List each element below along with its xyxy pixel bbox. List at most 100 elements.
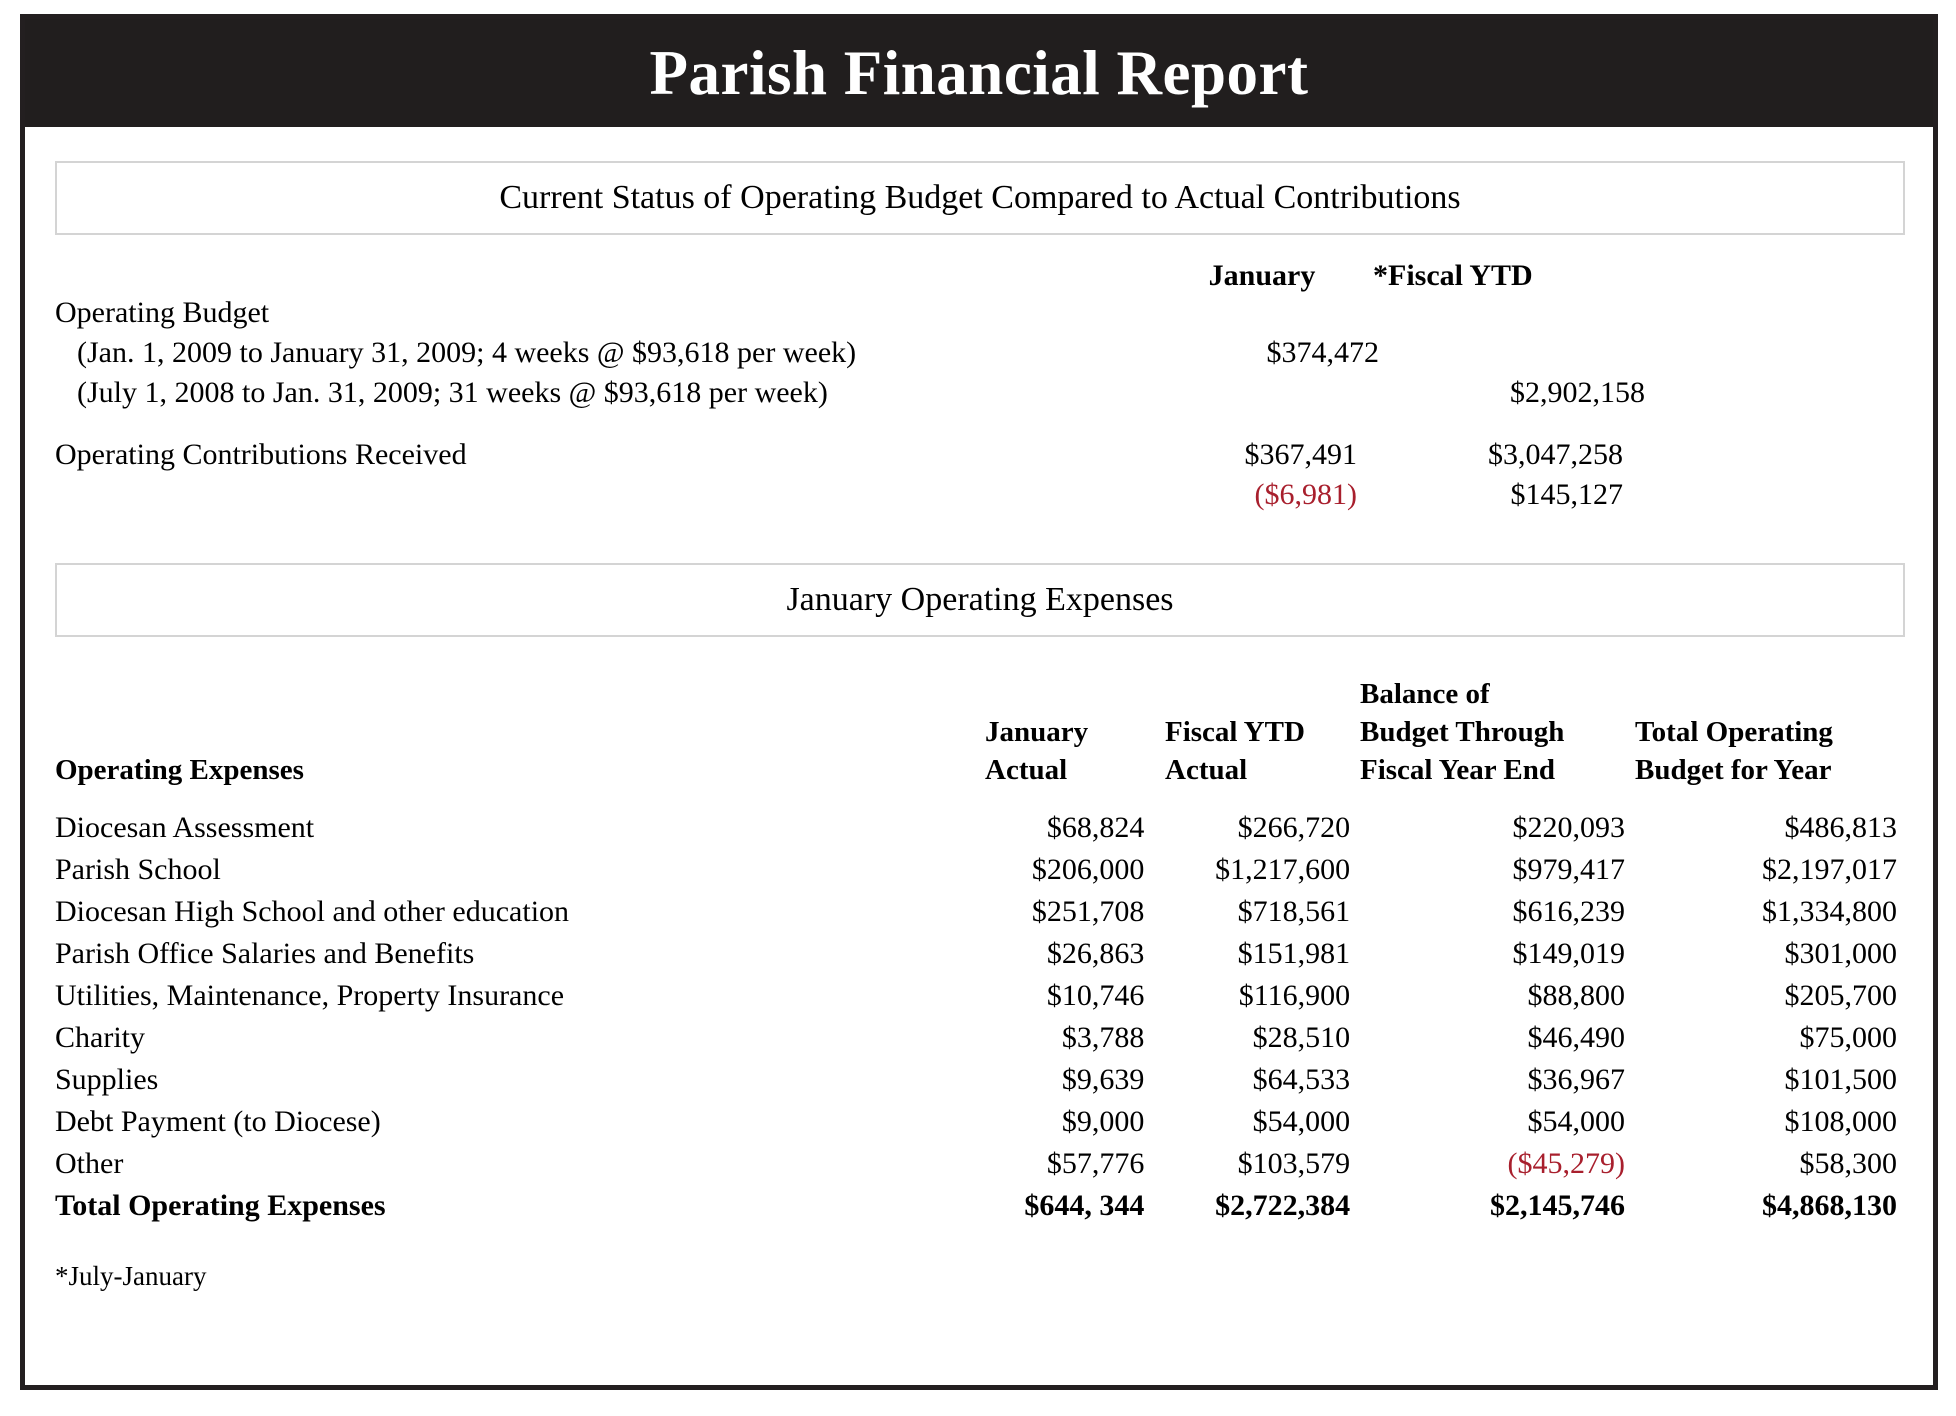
- budget-row: (July 1, 2008 to Jan. 31, 2009; 31 weeks…: [55, 373, 1905, 413]
- page-title: Parish Financial Report: [649, 37, 1309, 108]
- expense-row-label: Supplies: [55, 1063, 159, 1096]
- expense-fiscal-ytd-actual: $1,217,600: [1215, 853, 1351, 886]
- expenses-header-balance: Balance of Budget Through Fiscal Year En…: [1360, 675, 1635, 789]
- contributions-january: $367,491: [1244, 438, 1358, 471]
- expenses-table-body: Diocesan Assessment $68,824 $266,720 $220,0…: [55, 807, 1905, 1227]
- expense-balance-through-year-end: $36,967: [1527, 1063, 1626, 1096]
- expense-fiscal-ytd-actual: $116,900: [1238, 979, 1351, 1012]
- expense-balance-through-year-end: $149,019: [1512, 937, 1626, 970]
- budget-row: Operating Budget: [55, 293, 1905, 333]
- report-body: Current Status of Operating Budget Compa…: [25, 161, 1933, 1292]
- expenses-total-row: Total Operating Expenses $644, 344 $2,722,…: [55, 1185, 1905, 1227]
- budget-row: (Jan. 1, 2009 to January 31, 2009; 4 wee…: [55, 333, 1905, 373]
- expense-row-label: Diocesan Assessment: [55, 811, 315, 844]
- budget-section-header-box: Current Status of Operating Budget Compa…: [55, 161, 1905, 235]
- variance-row: ($6,981) $145,127: [55, 475, 1905, 515]
- expenses-header-january-actual-line1: January: [985, 716, 1089, 748]
- table-row: Diocesan High School and other education…: [55, 891, 1905, 933]
- expense-january-actual: $10,746: [1046, 979, 1145, 1012]
- expenses-header-fiscal-ytd-actual-line2: Actual: [1165, 754, 1248, 786]
- expense-total-budget-for-year: $486,813: [1784, 811, 1898, 844]
- expenses-header-balance-line1: Balance of: [1360, 678, 1490, 710]
- budget-row-label: Operating Budget: [55, 296, 270, 329]
- expense-row-label: Utilities, Maintenance, Property Insuran…: [55, 979, 565, 1012]
- footnote: *July-January: [55, 1261, 207, 1291]
- expense-january-actual: $251,708: [1031, 895, 1145, 928]
- expenses-header-total-budget: Total Operating Budget for Year: [1635, 713, 1905, 789]
- budget-spacer: [55, 413, 1905, 435]
- expense-january-actual: $68,824: [1046, 811, 1145, 844]
- expense-row-label: Diocesan High School and other education: [55, 895, 570, 928]
- expenses-header-january-actual: January Actual: [985, 713, 1165, 789]
- budget-block: January *Fiscal YTD Operating Budget (Ja…: [55, 259, 1905, 515]
- expense-balance-through-year-end: $616,239: [1512, 895, 1626, 928]
- variance-january: ($6,981): [1254, 478, 1357, 511]
- contributions-row-label: Operating Contributions Received: [55, 438, 467, 471]
- expenses-header-total-budget-line1: Total Operating: [1635, 716, 1833, 748]
- expense-fiscal-ytd-actual: $103,579: [1237, 1147, 1351, 1180]
- expenses-section-header-box: January Operating Expenses: [55, 563, 1905, 637]
- expenses-total-label: Total Operating Expenses: [55, 1189, 386, 1222]
- expenses-header-balance-line2: Budget Through: [1360, 716, 1565, 748]
- expense-balance-through-year-end: $979,417: [1512, 853, 1626, 886]
- expense-total-budget-for-year: $108,000: [1784, 1105, 1898, 1138]
- report-title-bar: Parish Financial Report: [25, 19, 1933, 127]
- table-row: Parish Office Salaries and Benefits $26,8…: [55, 933, 1905, 975]
- expense-row-label: Parish School: [55, 853, 221, 886]
- table-row: Other $57,776 $103,579 ($45,279) $58,300: [55, 1143, 1905, 1185]
- budget-header-spacer: [55, 259, 1167, 293]
- expense-balance-through-year-end: $88,800: [1527, 979, 1626, 1012]
- expenses-header-january-actual-line2: Actual: [985, 754, 1068, 786]
- expense-fiscal-ytd-actual: $266,720: [1237, 811, 1351, 844]
- expense-fiscal-ytd-actual: $718,561: [1237, 895, 1351, 928]
- table-row: Diocesan Assessment $68,824 $266,720 $220,0…: [55, 807, 1905, 849]
- budget-row-fiscal-ytd: $2,902,158: [1510, 376, 1645, 409]
- budget-row-label: (July 1, 2008 to Jan. 31, 2009; 31 weeks…: [77, 376, 828, 409]
- table-row: Supplies $9,639 $64,533 $36,967 $101,500: [55, 1059, 1905, 1101]
- expense-january-actual: $9,000: [1061, 1105, 1145, 1138]
- expense-january-actual: $9,639: [1061, 1063, 1145, 1096]
- budget-header-january: January: [1208, 259, 1316, 292]
- budget-header-fiscal-ytd: *Fiscal YTD: [1373, 259, 1533, 292]
- expense-row-label: Charity: [55, 1021, 145, 1054]
- contributions-fiscal-ytd: $3,047,258: [1488, 438, 1623, 471]
- expense-total-budget-for-year: $58,300: [1799, 1147, 1898, 1180]
- expenses-header-total-budget-line2: Budget for Year: [1635, 754, 1832, 786]
- expense-balance-through-year-end: $2,145,746: [1490, 1189, 1626, 1222]
- expenses-table-header-row: Operating Expenses January Actual Fiscal…: [55, 673, 1905, 789]
- table-row: Charity $3,788 $28,510 $46,490 $75,000: [55, 1017, 1905, 1059]
- expense-january-actual: $206,000: [1031, 853, 1145, 886]
- expenses-header-label: Operating Expenses: [55, 754, 304, 786]
- contributions-row: Operating Contributions Received $367,49…: [55, 435, 1905, 475]
- expenses-header-fiscal-ytd-actual: Fiscal YTD Actual: [1165, 713, 1360, 789]
- expense-total-budget-for-year: $2,197,017: [1762, 853, 1897, 886]
- expense-total-budget-for-year: $4,868,130: [1762, 1189, 1897, 1222]
- expense-fiscal-ytd-actual: $151,981: [1237, 937, 1351, 970]
- expense-january-actual: $26,863: [1046, 937, 1145, 970]
- expense-balance-through-year-end: $54,000: [1527, 1105, 1626, 1138]
- expense-row-label: Other: [55, 1147, 124, 1180]
- report-page-frame: Parish Financial Report Current Status o…: [20, 14, 1938, 1390]
- expense-fiscal-ytd-actual: $64,533: [1252, 1063, 1351, 1096]
- expense-balance-through-year-end: ($45,279): [1507, 1147, 1626, 1180]
- expenses-header-balance-line3: Fiscal Year End: [1360, 754, 1555, 786]
- expense-balance-through-year-end: $220,093: [1512, 811, 1626, 844]
- budget-column-headers: January *Fiscal YTD: [55, 259, 1905, 293]
- expenses-table: Operating Expenses January Actual Fiscal…: [55, 673, 1905, 1227]
- expense-total-budget-for-year: $301,000: [1784, 937, 1898, 970]
- expense-balance-through-year-end: $46,490: [1527, 1021, 1626, 1054]
- table-row: Parish School $206,000 $1,217,600 $979,417 $…: [55, 849, 1905, 891]
- expense-total-budget-for-year: $1,334,800: [1762, 895, 1897, 928]
- expense-total-budget-for-year: $75,000: [1799, 1021, 1898, 1054]
- expense-january-actual: $644, 344: [1024, 1189, 1145, 1222]
- expenses-header-fiscal-ytd-actual-line1: Fiscal YTD: [1165, 716, 1305, 748]
- budget-row-january: $374,472: [1266, 336, 1380, 369]
- expense-total-budget-for-year: $101,500: [1784, 1063, 1898, 1096]
- expense-january-actual: $3,788: [1061, 1021, 1145, 1054]
- expense-fiscal-ytd-actual: $2,722,384: [1215, 1189, 1351, 1222]
- expense-january-actual: $57,776: [1046, 1147, 1145, 1180]
- table-row: Utilities, Maintenance, Property Insuran…: [55, 975, 1905, 1017]
- budget-section-title: Current Status of Operating Budget Compa…: [499, 179, 1461, 216]
- expense-fiscal-ytd-actual: $28,510: [1252, 1021, 1351, 1054]
- table-row: Debt Payment (to Diocese) $9,000 $54,000 $5…: [55, 1101, 1905, 1143]
